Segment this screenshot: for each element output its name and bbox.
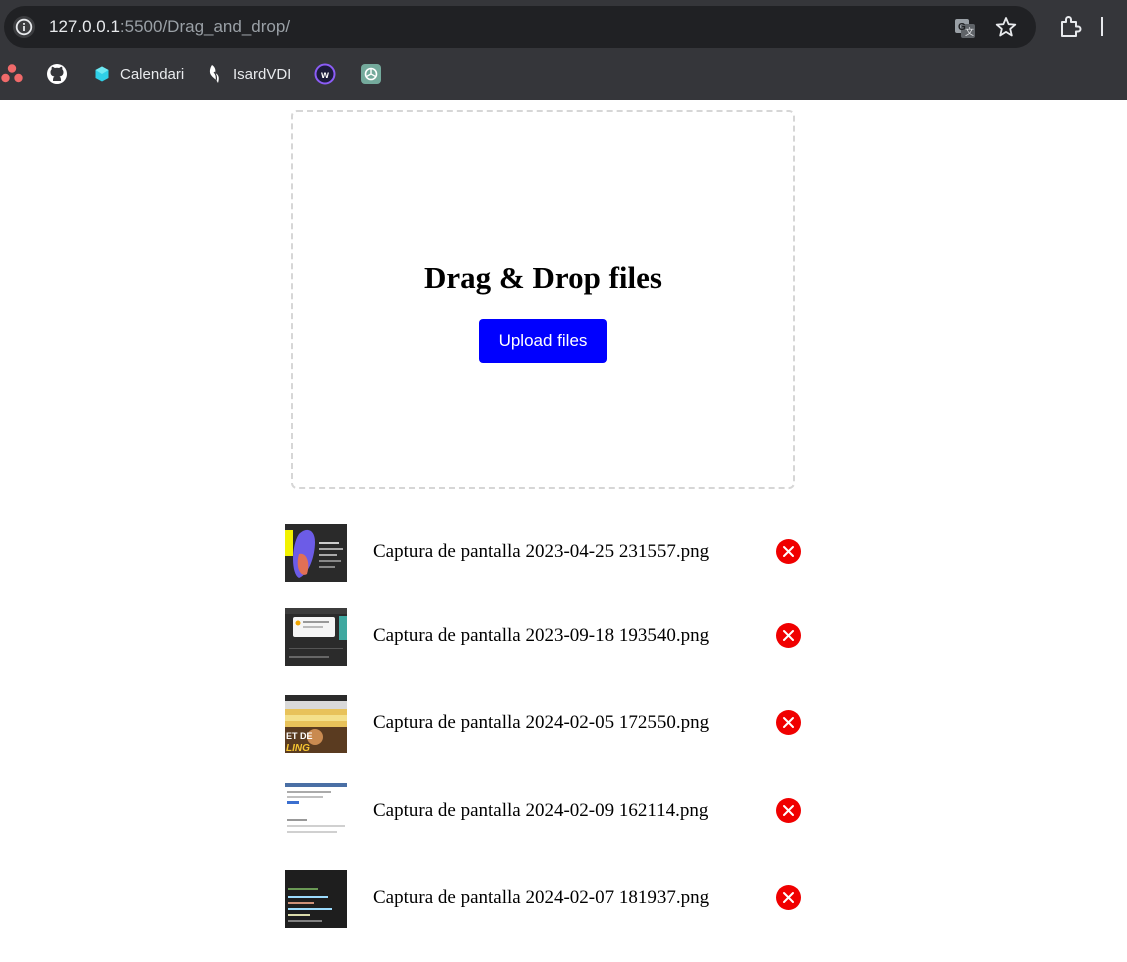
w-logo-icon: w	[314, 63, 336, 85]
translate-icon[interactable]: G 文	[953, 16, 977, 40]
url-host: 127.0.0.1	[49, 17, 120, 36]
bookmark-asana[interactable]	[0, 62, 24, 86]
bookmark-isardvdi[interactable]: IsardVDI	[206, 62, 291, 86]
close-icon	[783, 892, 794, 903]
drop-zone[interactable]: Drag & Drop files Upload files	[291, 110, 795, 489]
file-name: Captura de pantalla 2023-04-25 231557.pn…	[373, 541, 710, 562]
asana-icon	[0, 62, 24, 86]
bookmark-star-icon[interactable]	[994, 15, 1018, 39]
remove-file-button[interactable]	[776, 623, 801, 648]
url-text[interactable]: 127.0.0.1:5500/Drag_and_drop/	[49, 17, 290, 37]
close-icon	[783, 717, 794, 728]
file-name: Captura de pantalla 2023-09-18 193540.pn…	[373, 625, 710, 646]
extensions-puzzle-icon[interactable]	[1057, 14, 1083, 40]
file-thumbnail	[285, 958, 347, 962]
file-thumbnail	[285, 783, 347, 841]
svg-text:w: w	[320, 70, 329, 81]
address-bar[interactable]: 127.0.0.1:5500/Drag_and_drop/ G 文	[4, 6, 1036, 48]
file-item-partial	[285, 958, 805, 962]
github-icon	[45, 62, 69, 86]
file-name: Captura de pantalla 2024-02-09 162114.pn…	[373, 800, 709, 821]
calendar-hex-icon	[93, 65, 111, 83]
bookmarks-bar: Calendari IsardVDI w	[0, 56, 1127, 92]
bookmark-w[interactable]: w	[314, 62, 336, 86]
file-thumbnail	[285, 524, 347, 582]
file-item: Captura de pantalla 2024-02-07 181937.pn…	[285, 870, 805, 932]
chatgpt-icon	[360, 63, 382, 85]
bookmark-label: IsardVDI	[233, 65, 292, 83]
file-name: Captura de pantalla 2024-02-05 172550.pn…	[373, 712, 710, 733]
remove-file-button[interactable]	[776, 539, 801, 564]
svg-text:ET DE: ET DE	[286, 731, 313, 741]
remove-file-button[interactable]	[776, 885, 801, 910]
file-item: ET DE LING Captura de pantalla 2024-02-0…	[285, 695, 805, 757]
drop-zone-title: Drag & Drop files	[424, 260, 662, 295]
browser-chrome: 127.0.0.1:5500/Drag_and_drop/ G 文 Calend…	[0, 0, 1127, 100]
file-thumbnail	[285, 608, 347, 666]
remove-file-button[interactable]	[776, 798, 801, 823]
url-path: :5500/Drag_and_drop/	[119, 17, 291, 36]
isardvdi-icon	[206, 63, 224, 85]
close-icon	[783, 546, 794, 557]
file-name: Captura de pantalla 2024-02-07 181937.pn…	[373, 887, 710, 908]
info-icon[interactable]	[13, 16, 35, 38]
profile-menu-icon[interactable]	[1101, 17, 1103, 36]
bookmark-label: Calendari	[120, 65, 185, 83]
bookmark-calendari[interactable]: Calendari	[93, 62, 184, 86]
bookmark-github[interactable]	[45, 62, 69, 86]
file-thumbnail	[285, 870, 347, 928]
close-icon	[783, 630, 794, 641]
svg-text:LING: LING	[286, 743, 310, 753]
file-item: Captura de pantalla 2023-04-25 231557.pn…	[285, 524, 805, 586]
svg-text:文: 文	[965, 26, 974, 38]
file-item: Captura de pantalla 2023-09-18 193540.pn…	[285, 608, 805, 670]
remove-file-button[interactable]	[776, 710, 801, 735]
file-thumbnail: ET DE LING	[285, 695, 347, 753]
file-item: Captura de pantalla 2024-02-09 162114.pn…	[285, 783, 805, 845]
close-icon	[783, 805, 794, 816]
upload-files-button[interactable]: Upload files	[479, 319, 607, 363]
bookmark-chatgpt[interactable]	[360, 62, 382, 86]
